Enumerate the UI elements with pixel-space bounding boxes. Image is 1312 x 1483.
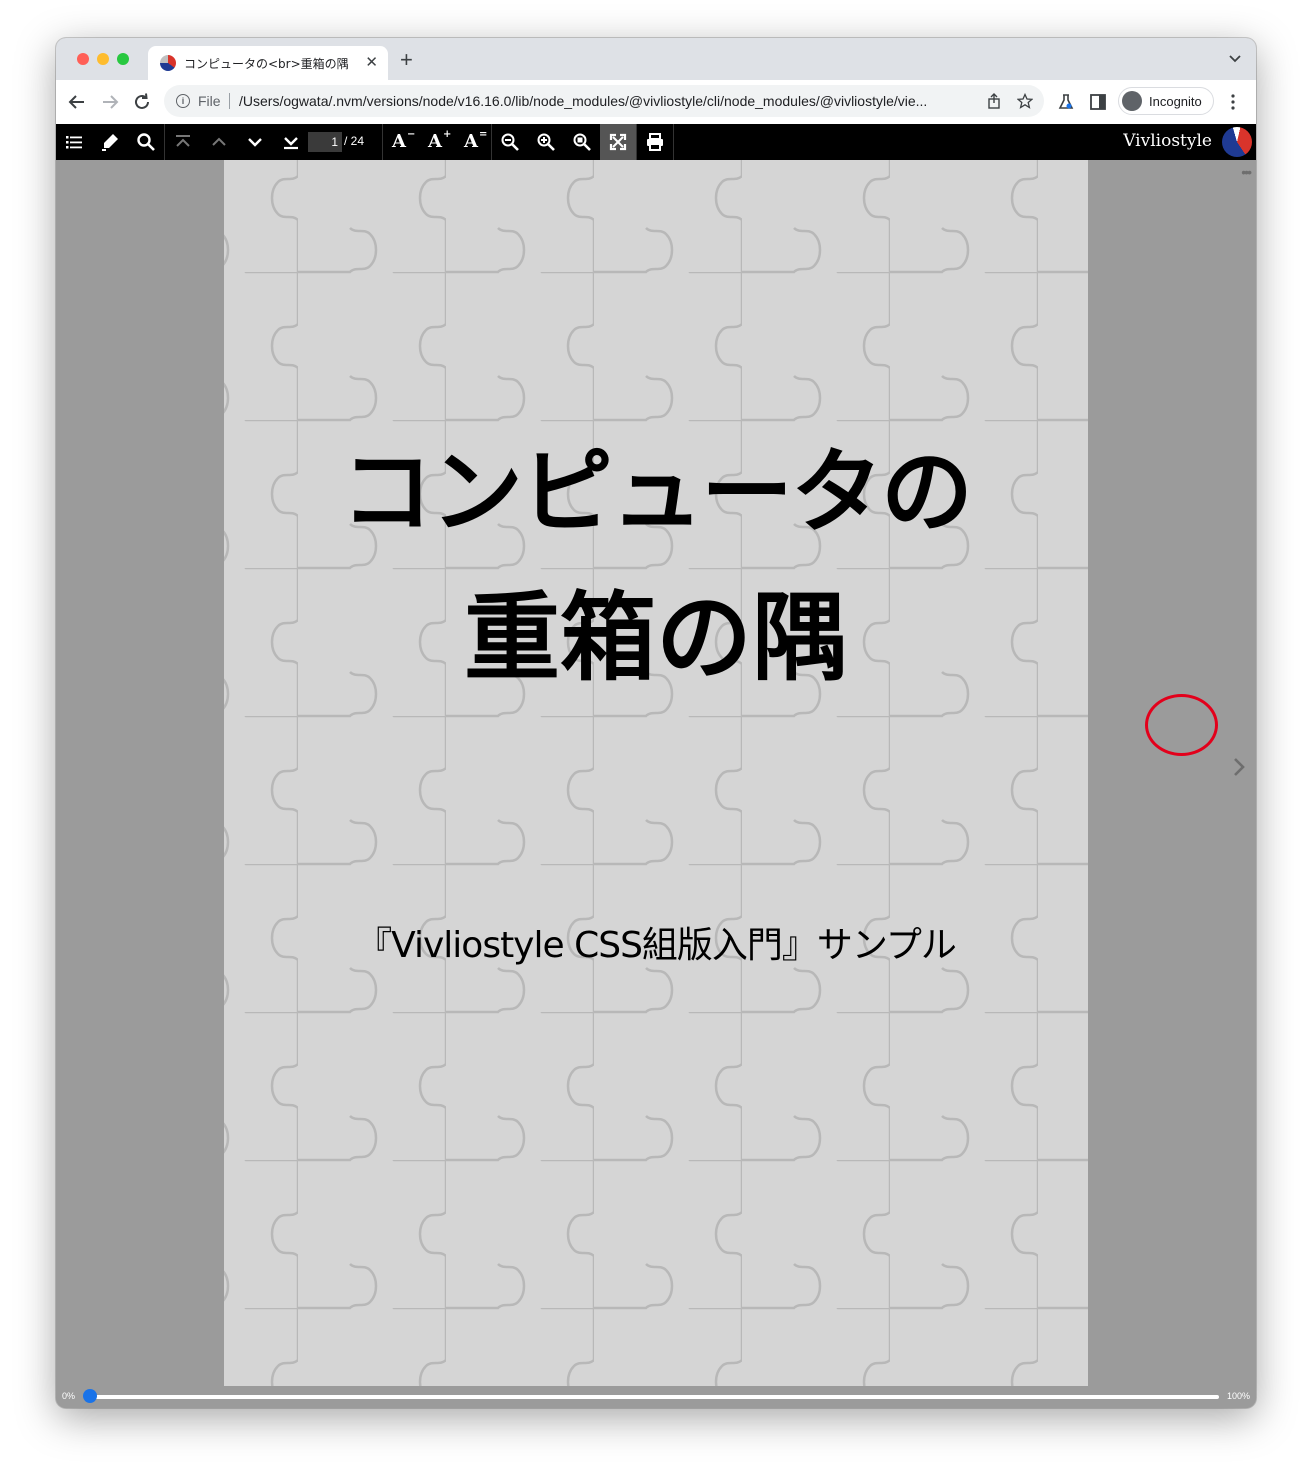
document-title-line1: コンピュータの (340, 439, 973, 546)
minimize-window-button[interactable] (97, 53, 109, 65)
zoom-actual-icon (573, 133, 591, 151)
url-text[interactable]: /Users/ogwata/.nvm/versions/node/v16.16.… (239, 93, 971, 109)
puzzle-pattern-background (224, 160, 1088, 1386)
address-bar[interactable]: i File /Users/ogwata/.nvm/versions/node/… (164, 85, 1044, 117)
print-button[interactable] (637, 124, 673, 160)
close-window-button[interactable] (77, 53, 89, 65)
document-viewport: ••• コンピュータの 重箱の隅 『Vivliostyle CSS組版入門』サン… (56, 160, 1256, 1386)
page-progress-bar: 0% 100% (56, 1386, 1256, 1408)
back-arrow-icon[interactable] (66, 91, 88, 113)
search-icon (137, 133, 155, 151)
more-options-icon[interactable]: ••• (1241, 164, 1252, 180)
zoom-out-icon (501, 133, 519, 151)
toolbar-divider (382, 124, 383, 160)
reload-icon[interactable] (131, 91, 153, 113)
next-page-button[interactable] (237, 124, 273, 160)
side-panel-icon[interactable] (1089, 93, 1107, 111)
font-decrease-sup: − (406, 129, 416, 140)
toc-button[interactable] (56, 124, 92, 160)
browser-window: コンピュータの<br>重箱の隅 ✕ + i File /Users/ogwata… (56, 38, 1256, 1408)
page-total: / 24 (344, 134, 365, 148)
site-info-icon[interactable]: i (176, 94, 190, 108)
document-subtitle: 『Vivliostyle CSS組版入門』サンプル (356, 925, 957, 966)
labs-flask-icon[interactable] (1057, 93, 1075, 111)
zoom-out-button[interactable] (492, 124, 528, 160)
printer-icon (647, 133, 663, 151)
font-size-decrease-button[interactable]: A− (392, 129, 416, 152)
zoom-in-button[interactable] (528, 124, 564, 160)
font-increase-sup: + (442, 129, 452, 140)
brand-name: Vivliostyle (1123, 131, 1212, 151)
list-icon (66, 136, 82, 149)
previous-page-button[interactable] (201, 124, 237, 160)
new-tab-button[interactable]: + (400, 48, 413, 72)
tab-title: コンピュータの<br>重箱の隅 (184, 57, 349, 71)
first-page-button[interactable] (165, 124, 201, 160)
forward-arrow-icon[interactable] (99, 91, 121, 113)
font-increase-label: A (428, 131, 442, 152)
chevron-up-icon (212, 137, 226, 146)
scheme-label: File (198, 93, 221, 109)
progress-start-label: 0% (62, 1391, 76, 1401)
incognito-icon (1122, 91, 1142, 111)
last-page-icon (284, 137, 298, 150)
marker-pen-icon (102, 134, 118, 151)
font-reset-sup: = (478, 129, 488, 140)
page-number-input[interactable]: 1 (308, 132, 342, 152)
fit-screen-icon (609, 133, 627, 151)
vivliostyle-favicon-icon (160, 55, 176, 71)
font-size-increase-button[interactable]: A+ (428, 129, 452, 152)
progress-end-label: 100% (1226, 1391, 1250, 1401)
browser-toolbar: i File /Users/ogwata/.nvm/versions/node/… (56, 80, 1256, 124)
fit-to-screen-button[interactable] (600, 124, 636, 160)
font-size-reset-button[interactable]: A= (464, 129, 488, 152)
font-decrease-label: A (392, 131, 406, 152)
progress-track[interactable] (86, 1395, 1219, 1399)
tab-strip: コンピュータの<br>重箱の隅 ✕ + (56, 38, 1256, 80)
bookmark-star-icon[interactable] (1017, 93, 1033, 109)
first-page-icon (176, 135, 190, 147)
address-separator (229, 93, 230, 109)
font-reset-label: A (464, 131, 478, 152)
share-icon[interactable] (986, 93, 1002, 109)
marker-button[interactable] (92, 124, 128, 160)
tab-close-icon[interactable]: ✕ (365, 53, 378, 71)
progress-thumb[interactable] (83, 1389, 97, 1403)
chevron-down-icon (248, 138, 262, 147)
browser-menu-icon[interactable] (1228, 93, 1238, 111)
zoom-actual-size-button[interactable] (564, 124, 600, 160)
document-page: コンピュータの 重箱の隅 『Vivliostyle CSS組版入門』サンプル (224, 160, 1088, 1386)
next-page-arrow-icon[interactable] (1226, 754, 1252, 780)
annotation-highlight-circle (1145, 694, 1218, 756)
vivliostyle-logo-icon (1222, 127, 1252, 157)
toolbar-divider (673, 124, 674, 160)
incognito-label: Incognito (1149, 94, 1202, 109)
tab-active[interactable]: コンピュータの<br>重箱の隅 ✕ (148, 46, 388, 80)
zoom-in-icon (537, 133, 555, 151)
viewer-toolbar: 1 / 24 A− A+ A= Vivliostyle (56, 124, 1256, 160)
incognito-button[interactable]: Incognito (1118, 87, 1214, 115)
document-title-line2: 重箱の隅 (464, 582, 848, 694)
zoom-window-button[interactable] (117, 53, 129, 65)
last-page-button[interactable] (273, 124, 309, 160)
tab-search-chevron-icon[interactable] (1228, 51, 1242, 65)
search-button[interactable] (128, 124, 164, 160)
